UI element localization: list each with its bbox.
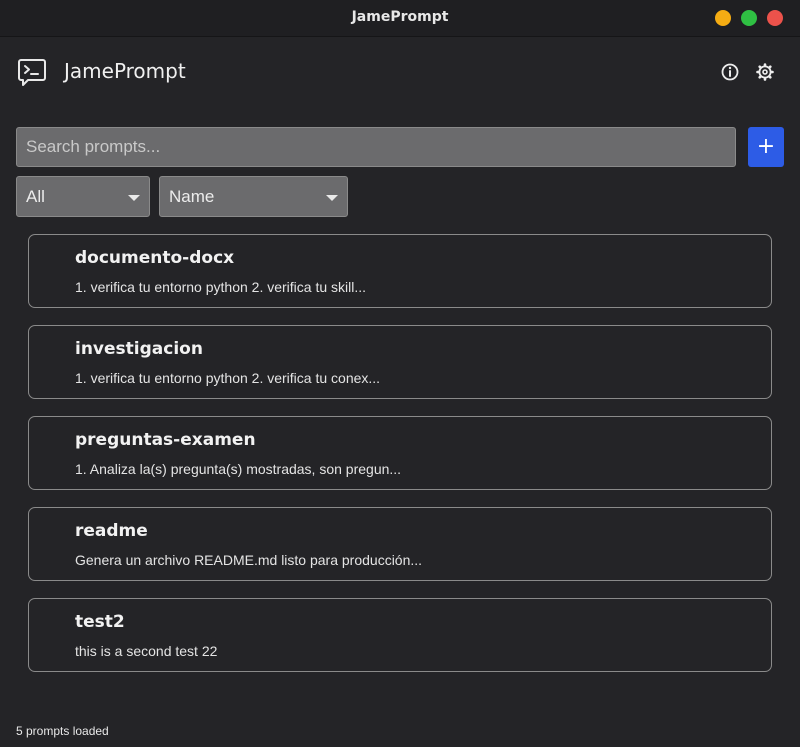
chevron-down-icon	[326, 195, 338, 201]
search-input[interactable]	[16, 127, 736, 167]
add-prompt-button[interactable]: +	[748, 127, 784, 167]
info-icon[interactable]	[720, 62, 740, 82]
prompt-preview: 1. verifica tu entorno python 2. verific…	[75, 370, 381, 386]
prompt-name: investigacion	[75, 339, 203, 359]
prompt-name: test2	[75, 612, 125, 632]
prompt-card[interactable]: documento-docx 1. verifica tu entorno py…	[28, 234, 772, 308]
prompt-card[interactable]: preguntas-examen 1. Analiza la(s) pregun…	[28, 416, 772, 490]
sort-select-value: Name	[169, 187, 215, 206]
app-name: JamePrompt	[64, 59, 186, 83]
maximize-button[interactable]	[741, 10, 757, 26]
status-text: 5 prompts loaded	[16, 724, 109, 738]
prompt-card[interactable]: test2 this is a second test 22	[28, 598, 772, 672]
title-bar: JamePrompt	[0, 0, 800, 37]
prompt-name: preguntas-examen	[75, 430, 256, 450]
category-select[interactable]: All	[16, 176, 150, 217]
prompt-name: documento-docx	[75, 248, 235, 268]
window-title: JamePrompt	[351, 9, 449, 25]
prompt-card[interactable]: readme Genera un archivo README.md listo…	[28, 507, 772, 581]
prompt-preview: 1. verifica tu entorno python 2. verific…	[75, 279, 367, 295]
prompt-preview: this is a second test 22	[75, 643, 218, 659]
chevron-down-icon	[128, 195, 140, 201]
prompt-name: readme	[75, 521, 148, 541]
minimize-button[interactable]	[715, 10, 731, 26]
sort-select[interactable]: Name	[159, 176, 348, 217]
prompt-preview: 1. Analiza la(s) pregunta(s) mostradas, …	[75, 461, 402, 477]
gear-icon[interactable]	[755, 62, 775, 82]
category-select-value: All	[26, 187, 45, 206]
prompt-card[interactable]: investigacion 1. verifica tu entorno pyt…	[28, 325, 772, 399]
prompt-preview: Genera un archivo README.md listo para p…	[75, 552, 423, 568]
terminal-chat-icon	[18, 59, 46, 86]
close-button[interactable]	[767, 10, 783, 26]
